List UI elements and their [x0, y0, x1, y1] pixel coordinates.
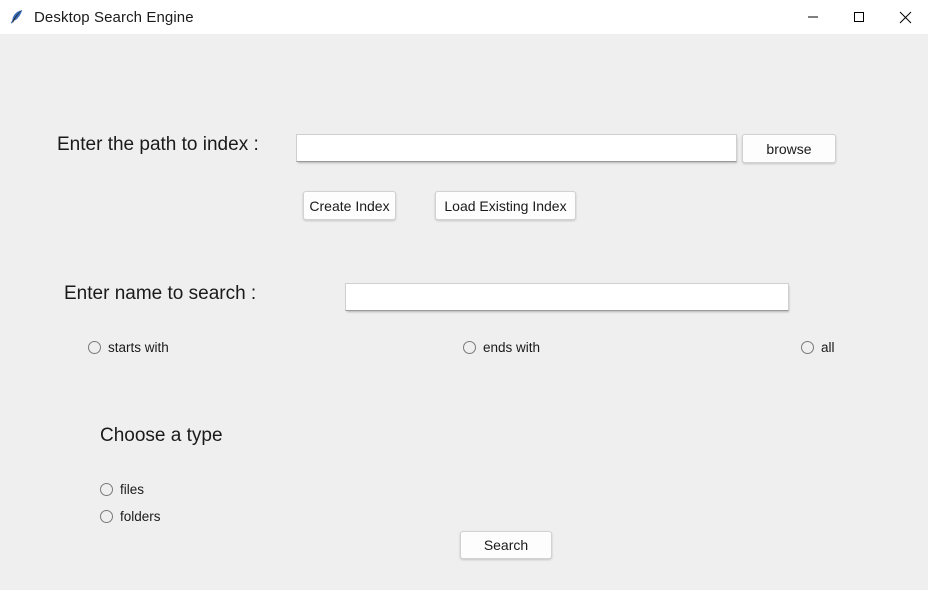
close-button[interactable]	[882, 0, 928, 34]
radio-label: files	[120, 482, 144, 497]
radio-circle-icon	[801, 341, 814, 354]
maximize-button[interactable]	[836, 0, 882, 34]
radio-all[interactable]: all	[801, 340, 835, 355]
radio-circle-icon	[463, 341, 476, 354]
radio-label: all	[821, 340, 835, 355]
radio-label: starts with	[108, 340, 169, 355]
radio-starts-with[interactable]: starts with	[88, 340, 169, 355]
minimize-button[interactable]	[790, 0, 836, 34]
window-title: Desktop Search Engine	[34, 9, 194, 26]
radio-folders[interactable]: folders	[100, 509, 161, 524]
search-button[interactable]: Search	[460, 531, 552, 559]
search-name-input[interactable]	[345, 283, 789, 311]
radio-label: folders	[120, 509, 161, 524]
name-to-search-label: Enter name to search :	[64, 283, 256, 305]
browse-button[interactable]: browse	[742, 134, 836, 163]
choose-a-type-heading: Choose a type	[100, 425, 223, 447]
feather-icon	[8, 8, 26, 26]
radio-ends-with[interactable]: ends with	[463, 340, 540, 355]
path-to-index-label: Enter the path to index :	[57, 134, 259, 156]
radio-circle-icon	[88, 341, 101, 354]
window-controls	[790, 0, 928, 34]
radio-circle-icon	[100, 510, 113, 523]
radio-files[interactable]: files	[100, 482, 144, 497]
title-bar: Desktop Search Engine	[0, 0, 928, 34]
minimize-icon	[807, 11, 819, 23]
maximize-icon	[853, 11, 865, 23]
path-input[interactable]	[296, 134, 737, 162]
create-index-button[interactable]: Create Index	[303, 191, 396, 220]
radio-circle-icon	[100, 483, 113, 496]
main-content: Enter the path to index : browse Create …	[0, 34, 928, 590]
radio-label: ends with	[483, 340, 540, 355]
application-window: Desktop Search Engine Enter t	[0, 0, 928, 590]
close-icon	[899, 11, 912, 24]
load-existing-index-button[interactable]: Load Existing Index	[435, 191, 576, 220]
